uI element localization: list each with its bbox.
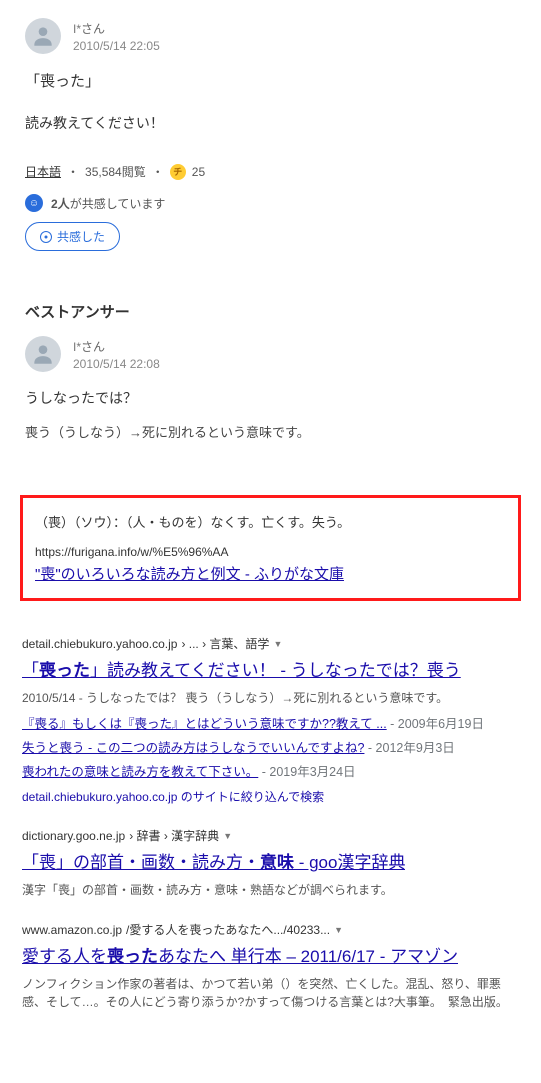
asker-row: I*さん 2010/5/14 22:05	[25, 18, 516, 54]
share-label: 共感した	[57, 228, 105, 245]
answerer-username[interactable]: I*	[73, 340, 81, 354]
search-result: www.amazon.co.jp /愛する人を喪ったあなたへ.../40233.…	[22, 921, 519, 1011]
question-post: I*さん 2010/5/14 22:05 「喪った」 読み教えてください！ 日本…	[0, 0, 541, 261]
result-snippet: 漢字「喪」の部首・画数・読み方・意味・熟語などが調べられます。	[22, 881, 519, 899]
chevron-down-icon[interactable]: ▼	[223, 831, 232, 841]
result-title-link[interactable]: 「喪った」読み教えてください！ - うしなったでは？喪う	[22, 656, 461, 681]
breadcrumb: www.amazon.co.jp /愛する人を喪ったあなたへ.../40233.…	[22, 921, 519, 938]
question-body: 読み教えてください！	[25, 113, 516, 133]
share-button[interactable]: 共感した	[25, 222, 120, 251]
site-restrict-link[interactable]: detail.chiebukuro.yahoo.co.jp のサイトに絞り込んで…	[22, 788, 519, 805]
related-date: - 2012年9月3日	[368, 741, 455, 755]
best-answer: I*さん 2010/5/14 22:08 うしなったでは？ 喪う（うしなう）→死…	[0, 336, 541, 477]
answer-line-2: 喪う（うしなう）→死に別れるという意味です。	[25, 422, 516, 441]
chevron-down-icon[interactable]: ▼	[273, 639, 282, 649]
result-path: › ... › 言葉、語学	[181, 635, 269, 652]
related-link[interactable]: 喪われたの意味と読み方を教えて下さい。	[22, 765, 258, 779]
coin-count: 25	[192, 165, 205, 179]
related-date: - 2019年3月24日	[262, 765, 356, 779]
result-path: /愛する人を喪ったあなたへ.../40233...	[126, 921, 330, 938]
chevron-down-icon[interactable]: ▼	[334, 925, 343, 935]
highlight-box: （喪）（ソウ）：（人・ものを）なくす。亡くす。失う。 https://furig…	[20, 495, 521, 601]
breadcrumb: detail.chiebukuro.yahoo.co.jp › ... › 言葉…	[22, 635, 519, 652]
view-count: 35,584閲覧	[85, 163, 146, 180]
search-results: detail.chiebukuro.yahoo.co.jp › ... › 言葉…	[0, 627, 541, 1083]
result-domain: detail.chiebukuro.yahoo.co.jp	[22, 637, 177, 651]
sympathize-count: 2人	[51, 197, 70, 211]
related-links: 『喪る』もしくは『喪った』とはどういう意味ですか??教えて ... - 2009…	[22, 713, 519, 784]
answerer-suffix: さん	[81, 340, 105, 354]
result-snippet: ノンフィクション作家の著者は、かつて若い弟（）を突然、亡くした。混乱、怒り、罪悪…	[22, 975, 519, 1011]
highlight-link[interactable]: "喪"のいろいろな読み方と例文 - ふりがな文庫	[35, 566, 344, 583]
asker-username[interactable]: I*	[73, 22, 81, 36]
answerer-avatar[interactable]	[25, 336, 61, 372]
answerer-row: I*さん 2010/5/14 22:08	[25, 336, 516, 372]
result-domain: www.amazon.co.jp	[22, 923, 122, 937]
result-path: › 辞書 › 漢字辞典	[129, 827, 219, 844]
result-domain: dictionary.goo.ne.jp	[22, 829, 125, 843]
sympathize-badge-icon: ☺	[25, 194, 43, 212]
asker-suffix: さん	[81, 22, 105, 36]
question-meta: 日本語 ・ 35,584閲覧 ・ チ 25	[25, 163, 516, 180]
search-result: dictionary.goo.ne.jp › 辞書 › 漢字辞典 ▼ 「喪」の部首…	[22, 827, 519, 899]
answer-line-1: うしなったでは？	[25, 388, 516, 408]
related-date: - 2009年6月19日	[390, 717, 484, 731]
answerer-timestamp: 2010/5/14 22:08	[73, 357, 160, 371]
coin-icon: チ	[170, 164, 186, 180]
result-snippet: 2010/5/14 - うしなったでは？ 喪う（うしなう）→死に別れるという意味…	[22, 689, 519, 707]
question-title: 「喪った」	[25, 70, 516, 91]
highlight-definition: （喪）（ソウ）：（人・ものを）なくす。亡くす。失う。	[35, 512, 506, 531]
asker-timestamp: 2010/5/14 22:05	[73, 39, 160, 53]
category-link[interactable]: 日本語	[25, 163, 61, 180]
breadcrumb: dictionary.goo.ne.jp › 辞書 › 漢字辞典 ▼	[22, 827, 519, 844]
related-link[interactable]: 『喪る』もしくは『喪った』とはどういう意味ですか??教えて ...	[22, 717, 387, 731]
result-title-link[interactable]: 「喪」の部首・画数・読み方・意味 - goo漢字辞典	[22, 848, 405, 873]
related-link[interactable]: 失うと喪う - この二つの読み方はうしなうでいいんですよね?	[22, 741, 364, 755]
best-answer-heading: ベストアンサー	[0, 301, 541, 322]
share-icon	[40, 231, 52, 243]
sympathize-text: が共感しています	[70, 197, 166, 211]
sympathize-row: ☺ 2人が共感しています	[25, 194, 516, 212]
search-result: detail.chiebukuro.yahoo.co.jp › ... › 言葉…	[22, 635, 519, 805]
highlight-url: https://furigana.info/w/%E5%96%AA	[35, 545, 506, 559]
result-title-link[interactable]: 愛する人を喪ったあなたへ 単行本 – 2011/6/17 - アマゾン	[22, 942, 458, 967]
asker-avatar[interactable]	[25, 18, 61, 54]
